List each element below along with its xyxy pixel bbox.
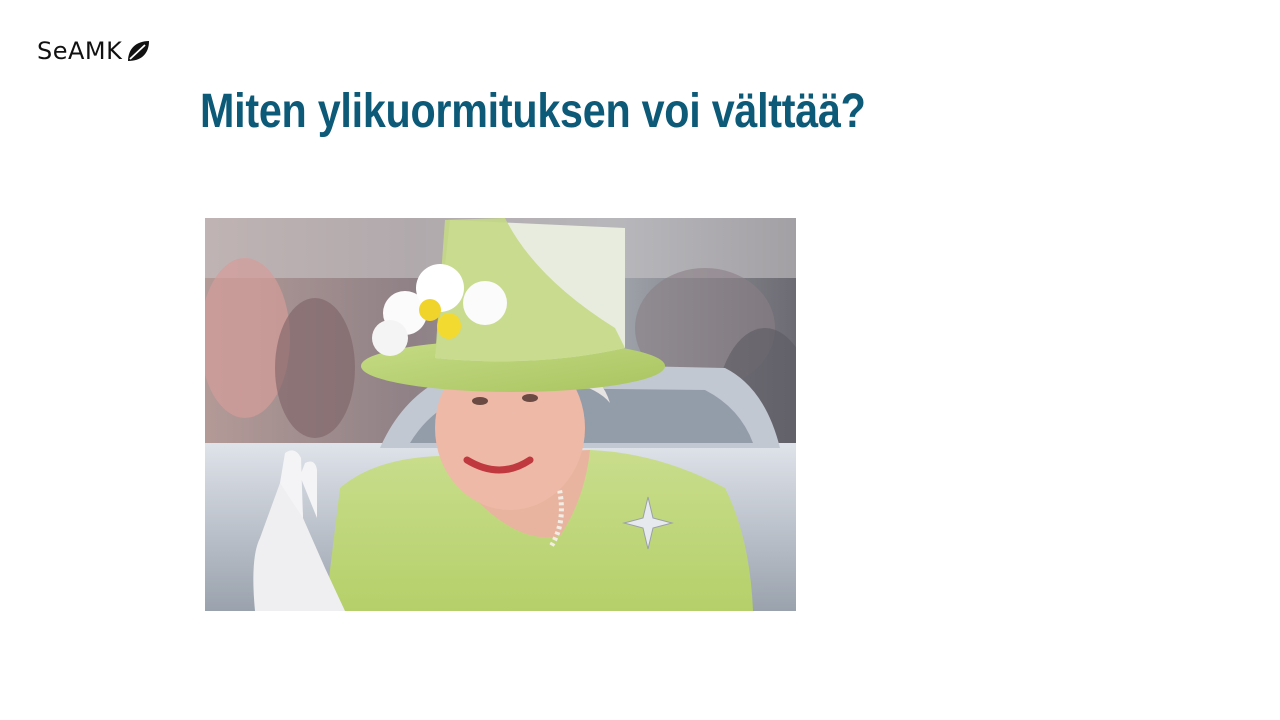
photo [205,218,796,611]
logo-text: SeAMK [37,37,123,65]
slide-title: Miten ylikuormituksen voi välttää? [200,85,866,138]
photo-illustration [205,218,796,611]
leaf-icon [128,41,150,61]
seamk-logo: SeAMK [37,36,151,66]
